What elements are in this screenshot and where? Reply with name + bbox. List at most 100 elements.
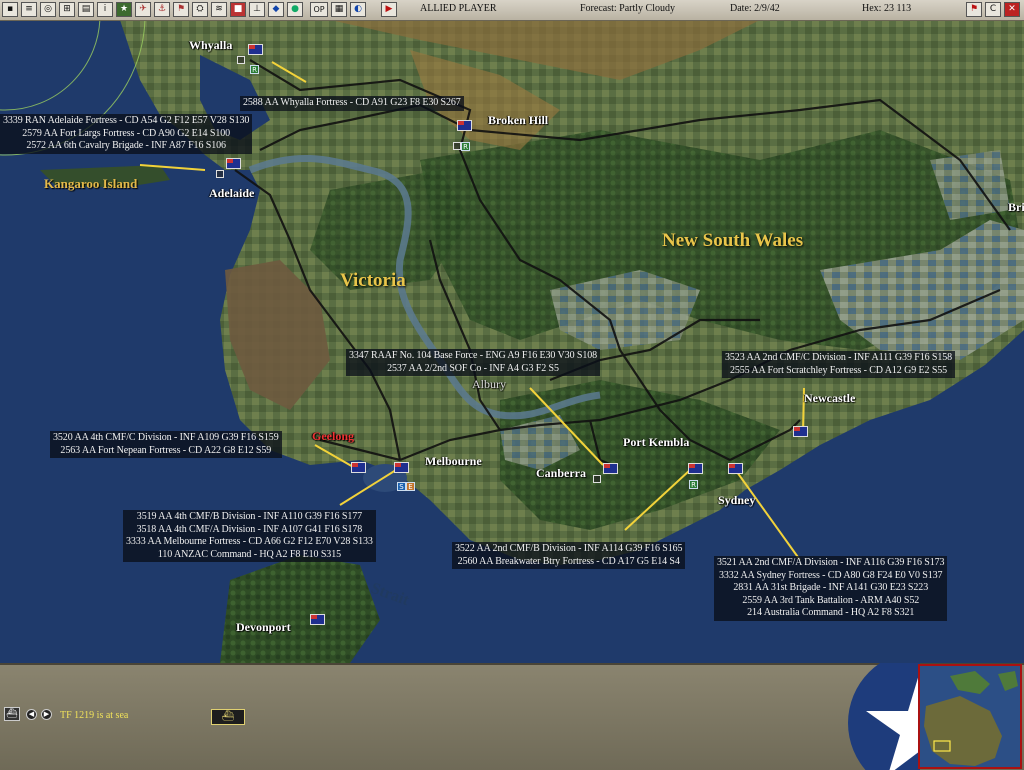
unit-info-melbourne[interactable]: 3519 AA 4th CMF/B Division - INF A110 G3… bbox=[123, 510, 376, 562]
unit-info-whyalla[interactable]: 2588 AA Whyalla Fortress - CD A91 G23 F8… bbox=[240, 96, 464, 111]
save-icon[interactable]: ▪ bbox=[2, 2, 18, 17]
reports-icon[interactable]: ⊞ bbox=[59, 2, 75, 17]
base-broken-hill[interactable] bbox=[453, 142, 461, 150]
place-adelaide[interactable]: Adelaide bbox=[209, 186, 254, 201]
unit-flag-melbourne[interactable] bbox=[394, 462, 409, 473]
unit-flag-port-kembla[interactable] bbox=[688, 463, 703, 474]
airfield-icon[interactable]: E bbox=[406, 482, 415, 491]
unit-info-geelong[interactable]: 3520 AA 4th CMF/C Division - INF A109 G3… bbox=[50, 431, 282, 458]
star-icon[interactable]: ★ bbox=[116, 2, 132, 17]
unit-line: 3339 RAN Adelaide Fortress - CD A54 G2 F… bbox=[3, 115, 250, 126]
unit-line: 3518 AA 4th CMF/A Division - INF A107 G4… bbox=[136, 523, 363, 535]
hex-label: Hex: 23 113 bbox=[862, 3, 912, 14]
cargo-icon[interactable]: ◆ bbox=[268, 2, 284, 17]
place-geelong[interactable]: Geelong bbox=[312, 429, 354, 444]
place-melbourne[interactable]: Melbourne bbox=[425, 454, 482, 469]
list-icon[interactable]: ▤ bbox=[78, 2, 94, 17]
minimap-terrain bbox=[920, 666, 1020, 767]
unit-line: 110 ANZAC Command - HQ A2 F8 E10 S315 bbox=[157, 548, 341, 560]
unit-info-sydney[interactable]: 3521 AA 2nd CMF/A Division - INF A116 G3… bbox=[714, 556, 948, 621]
map-view[interactable]: Strait New South Wales Victoria Kangaroo… bbox=[0, 20, 1024, 663]
unit-line: 2831 AA 31st Brigade - INF A141 G30 E23 … bbox=[733, 582, 929, 593]
player-label: ALLIED PLAYER bbox=[420, 3, 497, 14]
unit-line: 3519 AA 4th CMF/B Division - INF A110 G3… bbox=[136, 511, 363, 522]
training-icon[interactable]: ⛭ bbox=[192, 2, 208, 17]
ship-icon[interactable]: ⚓ bbox=[154, 2, 170, 17]
island-kangaroo: Kangaroo Island bbox=[44, 176, 138, 191]
unit-line: 214 Australia Command - HQ A2 F8 S321 bbox=[747, 607, 915, 618]
aircraft-icon[interactable]: ✈ bbox=[135, 2, 151, 17]
unit-line: 3521 AA 2nd CMF/A Division - INF A116 G3… bbox=[717, 557, 945, 568]
place-sydney[interactable]: Sydney bbox=[718, 493, 755, 508]
prev-message-icon[interactable]: ◀ bbox=[26, 709, 37, 720]
ops-button[interactable]: OP bbox=[310, 2, 328, 17]
place-devonport[interactable]: Devonport bbox=[236, 620, 291, 635]
unit-line: 3332 AA Sydney Fortress - CD A80 G8 F24 … bbox=[719, 569, 943, 581]
top-toolbar: ▪ ≡ ◎ ⊞ ▤ i ★ ✈ ⚓ ⚑ ⛭ ≋ ■ ⊥ ◆ ● OP ▦ ◐ ▶… bbox=[0, 0, 1024, 21]
unit-flag-canberra[interactable] bbox=[603, 463, 618, 474]
base-canberra[interactable] bbox=[593, 475, 601, 483]
unit-line: 2563 AA Fort Nepean Fortress - CD A22 G8… bbox=[60, 444, 272, 456]
place-whyalla[interactable]: Whyalla bbox=[189, 38, 232, 53]
task-force-icon[interactable]: ⛴ bbox=[4, 707, 20, 721]
unit-flag-devonport[interactable] bbox=[310, 614, 325, 625]
unit-flag-broken-hill[interactable] bbox=[457, 120, 472, 131]
unit-line: 3523 AA 2nd CMF/C Division - INF A111 G3… bbox=[725, 352, 953, 363]
airfield-icon[interactable]: R bbox=[250, 65, 259, 74]
unit-info-adelaide[interactable]: 3339 RAN Adelaide Fortress - CD A54 G2 F… bbox=[0, 114, 253, 154]
sub-icon[interactable]: ⊥ bbox=[249, 2, 265, 17]
place-albury[interactable]: Albury bbox=[472, 377, 506, 392]
map-filter-icon[interactable]: ■ bbox=[230, 2, 246, 17]
place-bri[interactable]: Bri bbox=[1008, 200, 1024, 215]
flag-button[interactable]: ⚑ bbox=[966, 2, 982, 17]
forecast-label: Forecast: Partly Cloudy bbox=[580, 3, 675, 14]
flag-icon[interactable]: ⚑ bbox=[173, 2, 189, 17]
unit-flag-sydney[interactable] bbox=[728, 463, 743, 474]
unit-flag-newcastle[interactable] bbox=[793, 426, 808, 437]
region-victoria: Victoria bbox=[340, 270, 406, 291]
close-icon[interactable]: ✕ bbox=[1004, 2, 1020, 17]
unit-flag-adelaide[interactable] bbox=[226, 158, 241, 169]
unit-line: 3520 AA 4th CMF/C Division - INF A109 G3… bbox=[53, 432, 279, 443]
airfield-icon[interactable]: R bbox=[461, 142, 470, 151]
end-turn-icon[interactable]: ▶ bbox=[381, 2, 397, 17]
ship-icon[interactable]: ⛴ bbox=[211, 709, 245, 725]
unit-info-albury[interactable]: 3347 RAAF No. 104 Base Force - ENG A9 F1… bbox=[346, 349, 601, 376]
base-whyalla[interactable] bbox=[237, 56, 245, 64]
unit-info-newcastle[interactable]: 3523 AA 2nd CMF/C Division - INF A111 G3… bbox=[722, 351, 956, 378]
place-broken-hill[interactable]: Broken Hill bbox=[488, 113, 548, 128]
political-icon[interactable]: ≋ bbox=[211, 2, 227, 17]
globe-icon[interactable]: ● bbox=[287, 2, 303, 17]
base-adelaide[interactable] bbox=[216, 170, 224, 178]
bottom-panel: ⛴ ◀ ▶ TF 1219 is at sea ⛴ bbox=[0, 663, 1024, 770]
weather-icon[interactable]: ◐ bbox=[350, 2, 366, 17]
airfield-icon[interactable]: R bbox=[689, 480, 698, 489]
center-button[interactable]: C bbox=[985, 2, 1001, 17]
minimap[interactable] bbox=[918, 664, 1022, 769]
unit-info-port-kembla[interactable]: 3522 AA 2nd CMF/B Division - INF A114 G3… bbox=[452, 542, 686, 569]
place-canberra[interactable]: Canberra bbox=[536, 466, 586, 481]
date-label: Date: 2/9/42 bbox=[730, 3, 780, 14]
airfield-icon[interactable]: S bbox=[397, 482, 406, 491]
unit-line: 3522 AA 2nd CMF/B Division - INF A114 G3… bbox=[455, 543, 683, 554]
allied-star-emblem bbox=[848, 663, 920, 770]
next-message-icon[interactable]: ▶ bbox=[41, 709, 52, 720]
unit-line: 2572 AA 6th Cavalry Brigade - INF A87 F1… bbox=[26, 140, 226, 151]
unit-line: 2559 AA 3rd Tank Battalion - ARM A40 S52 bbox=[742, 594, 920, 606]
unit-line: 2537 AA 2/2nd SOF Co - INF A4 G3 F2 S5 bbox=[387, 362, 559, 374]
unit-line: 2588 AA Whyalla Fortress - CD A91 G23 F8… bbox=[243, 97, 461, 108]
unit-line: 3333 AA Melbourne Fortress - CD A66 G2 F… bbox=[126, 536, 373, 547]
unit-line: 2555 AA Fort Scratchley Fortress - CD A1… bbox=[729, 364, 948, 376]
place-port-kembla[interactable]: Port Kembla bbox=[623, 435, 689, 450]
region-new-south-wales: New South Wales bbox=[662, 230, 804, 251]
intel-icon[interactable]: ◎ bbox=[40, 2, 56, 17]
unit-line: 3347 RAAF No. 104 Base Force - ENG A9 F1… bbox=[349, 350, 598, 361]
cards-icon[interactable]: ▦ bbox=[331, 2, 347, 17]
unit-flag-geelong[interactable] bbox=[351, 462, 366, 473]
unit-flag-whyalla[interactable] bbox=[248, 44, 263, 55]
message-text: TF 1219 is at sea bbox=[60, 710, 129, 721]
place-newcastle[interactable]: Newcastle bbox=[804, 391, 855, 406]
log-icon[interactable]: ≡ bbox=[21, 2, 37, 17]
info-icon[interactable]: i bbox=[97, 2, 113, 17]
unit-line: 2560 AA Breakwater Btry Fortress - CD A1… bbox=[457, 555, 680, 567]
